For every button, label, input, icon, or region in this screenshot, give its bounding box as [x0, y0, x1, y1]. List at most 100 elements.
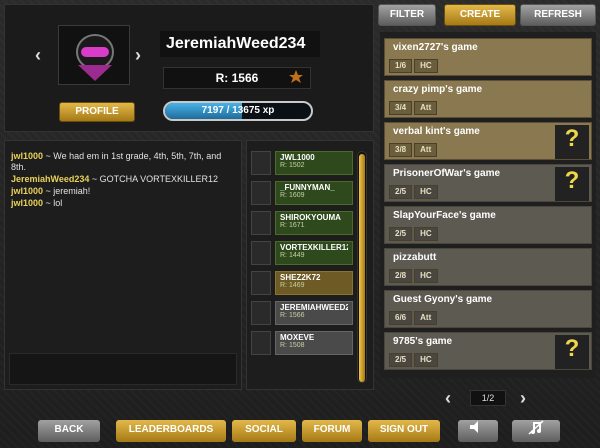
- player-item[interactable]: MOXEVE R: 1508: [251, 331, 353, 357]
- avatar: [58, 25, 130, 85]
- player-name: MOXEVE: [280, 333, 315, 342]
- chat-nick: jwl1000: [11, 186, 44, 196]
- game-mode: HC: [414, 353, 438, 367]
- rank-icon: [251, 211, 271, 235]
- profile-panel: ‹ › JeremiahWeed234 R: 1566 PROFILE 7197…: [4, 4, 374, 132]
- scrollbar-thumb[interactable]: [359, 154, 365, 382]
- next-page-chevron-right-icon[interactable]: ›: [520, 388, 526, 409]
- forum-button[interactable]: FORUM: [302, 420, 362, 442]
- game-title: PrisonerOfWar's game: [393, 168, 501, 179]
- chat-separator: ~: [43, 186, 54, 196]
- username: JeremiahWeed234: [160, 31, 320, 57]
- player-name: SHEZ2K72: [280, 273, 321, 282]
- game-mode: Att: [414, 311, 438, 325]
- game-mode: HC: [414, 269, 438, 283]
- social-button[interactable]: SOCIAL: [232, 420, 296, 442]
- player-count: 2/8: [389, 269, 413, 283]
- rank-icon: [251, 271, 271, 295]
- player-rating: R: 1449: [280, 252, 305, 259]
- rank-icon: [251, 181, 271, 205]
- player-count: 2/5: [389, 227, 413, 241]
- music-muted-icon: [528, 420, 544, 435]
- player-item[interactable]: _FUNNYMAN_ R: 1609: [251, 181, 353, 207]
- player-count: 1/6: [389, 59, 413, 73]
- player-item[interactable]: SHIROKYOUMA R: 1671: [251, 211, 353, 237]
- player-item[interactable]: VORTEXKILLER12 R: 1449: [251, 241, 353, 267]
- music-toggle-button[interactable]: [512, 420, 560, 442]
- player-rating: R: 1609: [280, 192, 305, 199]
- game-item[interactable]: pizzabutt 2/8 HC: [384, 248, 592, 286]
- player-item[interactable]: JWL1000 R: 1502: [251, 151, 353, 177]
- create-button[interactable]: CREATE: [444, 4, 516, 26]
- game-item[interactable]: 9785's game 2/5 HC ?: [384, 332, 592, 370]
- filter-button[interactable]: FILTER: [378, 4, 436, 26]
- game-title: vixen2727's game: [393, 42, 478, 53]
- player-scrollbar[interactable]: [357, 151, 367, 383]
- chat-log: jwl1000 ~ We had em in 1st grade, 4th, 5…: [11, 151, 235, 210]
- profile-button[interactable]: PROFILE: [59, 102, 135, 122]
- player-item[interactable]: SHEZ2K72 R: 1469: [251, 271, 353, 297]
- chat-nick: jwl1000: [11, 198, 44, 208]
- player-rating: R: 1566: [280, 312, 305, 319]
- refresh-button[interactable]: REFRESH: [520, 4, 596, 26]
- chat-line: jwl1000 ~ lol: [11, 198, 235, 209]
- xp-progress-text: 7197 / 13675 xp: [201, 105, 275, 116]
- player-list: JWL1000 R: 1502 _FUNNYMAN_ R: 1609 SHIROKY…: [246, 140, 374, 390]
- game-item[interactable]: Guest Gyony's game 6/6 Att: [384, 290, 592, 328]
- leaderboards-button[interactable]: LEADERBOARDS: [116, 420, 226, 442]
- player-rating: R: 1671: [280, 222, 305, 229]
- player-rating: R: 1502: [280, 162, 305, 169]
- xp-progress-bar: 7197 / 13675 xp: [163, 101, 313, 121]
- chat-message: jeremiah!: [53, 186, 91, 196]
- chat-line: jwl1000 ~ jeremiah!: [11, 186, 235, 197]
- chat-nick: jwl1000: [11, 151, 44, 161]
- player-name: JWL1000: [280, 153, 315, 162]
- game-mode: Att: [414, 143, 438, 157]
- game-title: pizzabutt: [393, 252, 437, 263]
- game-item[interactable]: PrisonerOfWar's game 2/5 HC ?: [384, 164, 592, 202]
- player-name: SHIROKYOUMA: [280, 213, 341, 222]
- player-count: 3/8: [389, 143, 413, 157]
- back-button[interactable]: BACK: [38, 420, 100, 442]
- game-item[interactable]: SlapYourFace's game 2/5 HC: [384, 206, 592, 244]
- player-count: 6/6: [389, 311, 413, 325]
- game-item[interactable]: verbal kint's game 3/8 Att ?: [384, 122, 592, 160]
- sound-toggle-button[interactable]: [458, 420, 498, 442]
- player-count: 2/5: [389, 353, 413, 367]
- chat-input[interactable]: [9, 353, 237, 385]
- speaker-icon: [470, 421, 478, 433]
- game-title: Guest Gyony's game: [393, 294, 493, 305]
- game-title: crazy pimp's game: [393, 84, 483, 95]
- chat-panel: jwl1000 ~ We had em in 1st grade, 4th, 5…: [4, 140, 242, 390]
- prev-page-chevron-left-icon[interactable]: ‹: [445, 388, 451, 409]
- player-count: 3/4: [389, 101, 413, 115]
- player-rating: R: 1469: [280, 282, 305, 289]
- game-item[interactable]: crazy pimp's game 3/4 Att: [384, 80, 592, 118]
- games-list: vixen2727's game 1/6 HC crazy pimp's game…: [380, 32, 596, 378]
- chat-line: JeremiahWeed234 ~ GOTCHA VORTEXKILLER12: [11, 174, 235, 185]
- chat-separator: ~: [43, 151, 54, 161]
- rank-stars-icon: [289, 70, 303, 83]
- chat-separator: ~: [43, 198, 54, 208]
- player-item[interactable]: JEREMIAHWEED234R: 1566: [251, 301, 353, 327]
- prev-avatar-chevron-left-icon[interactable]: ‹: [35, 45, 41, 66]
- rank-icon: [251, 331, 271, 355]
- game-item[interactable]: vixen2727's game 1/6 HC: [384, 38, 592, 76]
- game-mode: HC: [414, 59, 438, 73]
- player-rating: R: 1508: [280, 342, 305, 349]
- rank-icon: [251, 241, 271, 265]
- chat-line: jwl1000 ~ We had em in 1st grade, 4th, 5…: [11, 151, 235, 173]
- game-title: verbal kint's game: [393, 126, 480, 137]
- rank-icon: [251, 151, 271, 175]
- player-name: _FUNNYMAN_: [280, 183, 335, 192]
- next-avatar-chevron-right-icon[interactable]: ›: [135, 45, 141, 66]
- rank-icon: [251, 301, 271, 325]
- sign-out-button[interactable]: SIGN OUT: [368, 420, 440, 442]
- player-count: 2/5: [389, 185, 413, 199]
- chat-separator: ~: [89, 174, 100, 184]
- game-title: 9785's game: [393, 336, 453, 347]
- game-mode: HC: [414, 185, 438, 199]
- chat-message: GOTCHA VORTEXKILLER12: [99, 174, 219, 184]
- avatar-mask-icon: [76, 34, 114, 81]
- map-size-question-icon: ?: [555, 125, 589, 159]
